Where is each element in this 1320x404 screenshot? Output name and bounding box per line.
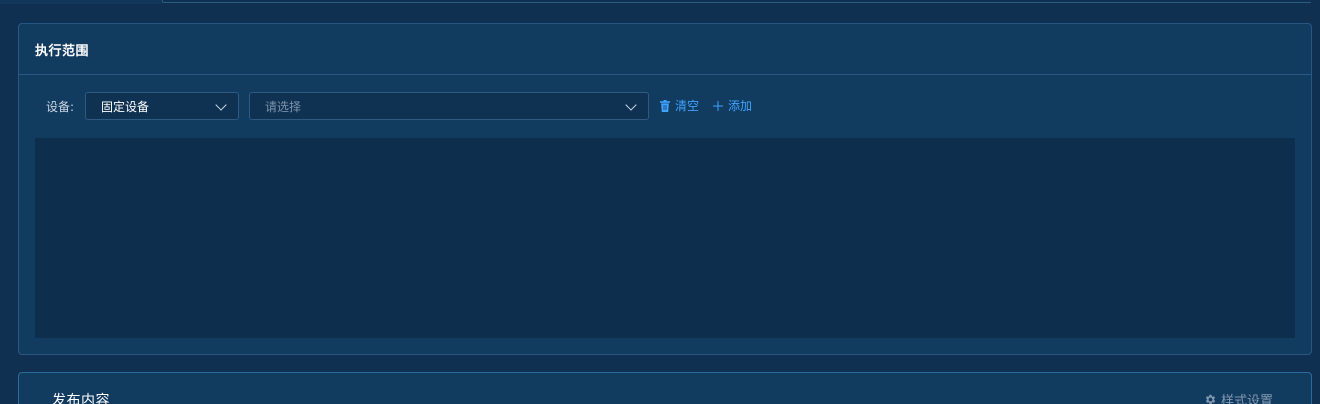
- tab-divider: [162, 0, 1311, 3]
- active-tab[interactable]: [0, 0, 162, 4]
- gear-icon: [1205, 394, 1216, 404]
- add-label: 添加: [728, 99, 753, 113]
- tab-strip: [0, 0, 1320, 4]
- execution-scope-header: 执行范围: [19, 24, 1311, 75]
- device-type-select[interactable]: 固定设备: [85, 92, 239, 120]
- device-select-placeholder: 请选择: [265, 99, 302, 114]
- clear-button[interactable]: 清空: [660, 97, 699, 114]
- device-list-area: [35, 138, 1295, 338]
- style-settings-label: 样式设置: [1220, 394, 1273, 404]
- device-type-value: 固定设备: [101, 99, 150, 114]
- style-settings-button[interactable]: 样式设置: [1204, 390, 1273, 404]
- add-button[interactable]: 添加: [713, 97, 752, 114]
- device-select[interactable]: 请选择: [249, 92, 649, 120]
- clear-label: 清空: [675, 99, 700, 113]
- execution-scope-card: 执行范围 设备: 固定设备 请选择 清空 添加: [18, 23, 1312, 355]
- device-toolbar: 设备: 固定设备 请选择 清空 添加: [19, 92, 1311, 120]
- chevron-down-icon: [215, 99, 227, 111]
- trash-icon: [660, 99, 670, 112]
- device-label: 设备:: [46, 100, 75, 114]
- execution-scope-title: 执行范围: [35, 43, 90, 59]
- publish-content-card: 发布内容 样式设置: [18, 372, 1312, 404]
- publish-content-title: 发布内容: [52, 393, 110, 404]
- chevron-down-icon: [625, 99, 637, 111]
- page: 执行范围 设备: 固定设备 请选择 清空 添加 发布内容 样式设置: [0, 0, 1320, 404]
- plus-icon: [713, 100, 723, 111]
